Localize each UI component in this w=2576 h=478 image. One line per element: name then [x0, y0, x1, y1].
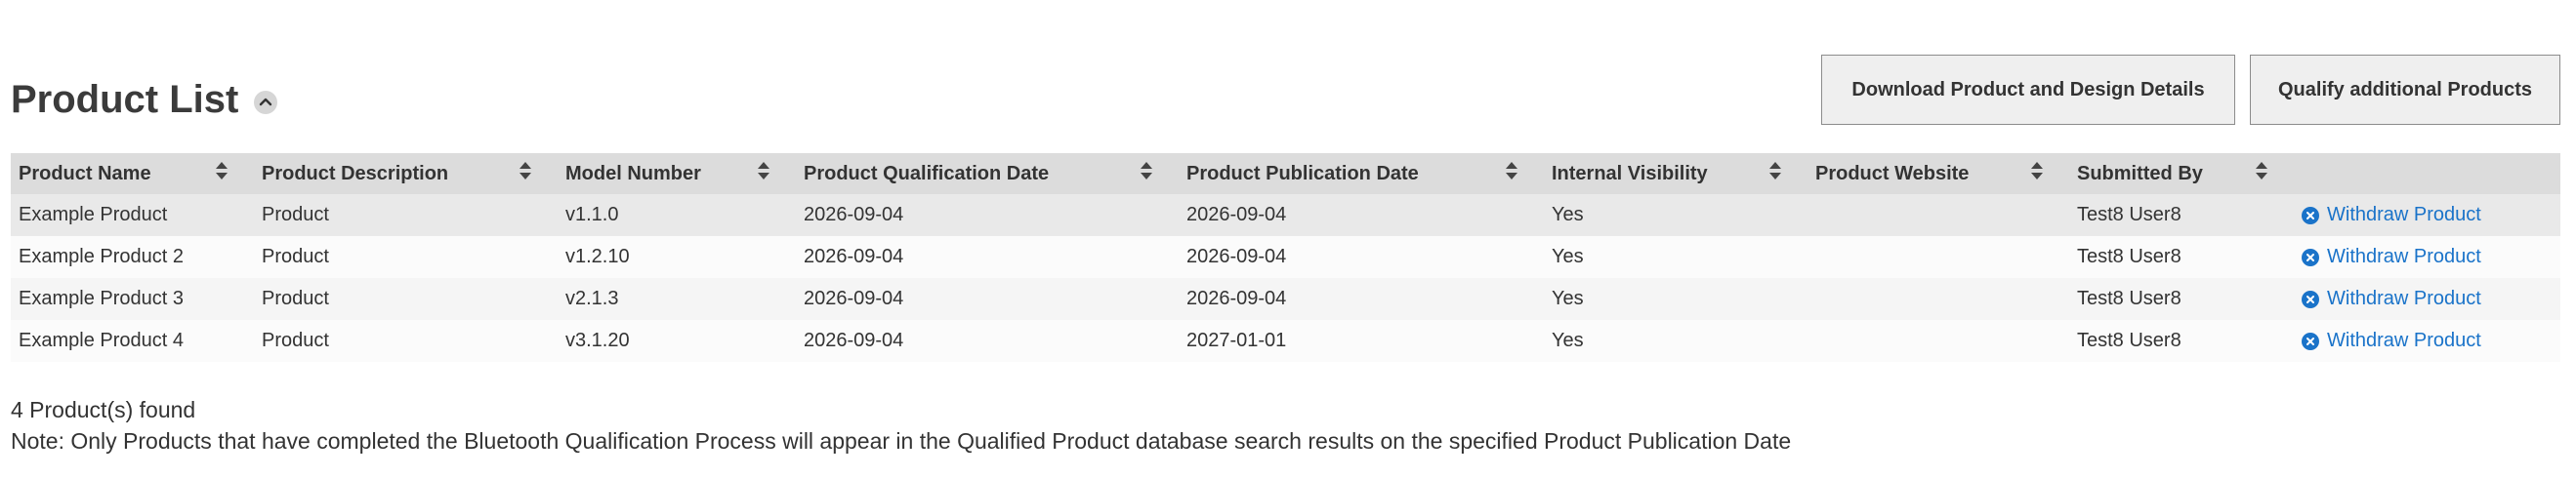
column-header-label: Product Website [1815, 162, 1970, 184]
chevron-up-icon[interactable] [254, 91, 278, 114]
column-header-label: Product Description [262, 162, 449, 184]
product-website-cell [1807, 236, 2069, 278]
column-header-label: Product Name [19, 162, 151, 184]
internal-visibility-cell: Yes [1544, 320, 1807, 362]
column-header-label: Product Publication Date [1186, 162, 1419, 184]
sort-icon[interactable] [1140, 161, 1171, 186]
model-number-cell: v2.1.3 [558, 278, 796, 320]
product-name-cell: Example Product 4 [11, 320, 254, 362]
action-cell: Withdraw Product [2294, 278, 2560, 320]
close-circle-icon [2302, 332, 2319, 350]
action-cell: Withdraw Product [2294, 320, 2560, 362]
publication-date-cell: 2026-09-04 [1179, 278, 1544, 320]
qualify-additional-products-button[interactable]: Qualify additional Products [2250, 55, 2560, 125]
model-number-cell: v3.1.20 [558, 320, 796, 362]
withdraw-product-link[interactable]: Withdraw Product [2302, 330, 2481, 352]
product-website-cell [1807, 194, 2069, 236]
submitted-by-cell: Test8 User8 [2069, 320, 2294, 362]
actions-column-header [2294, 153, 2560, 194]
product-name-cell: Example Product [11, 194, 254, 236]
publication-date-cell: 2026-09-04 [1179, 236, 1544, 278]
table-row: Example Product 3 Product v2.1.3 2026-09-04… [11, 278, 2560, 320]
column-header-label: Product Qualification Date [804, 162, 1050, 184]
action-cell: Withdraw Product [2294, 236, 2560, 278]
withdraw-product-link[interactable]: Withdraw Product [2302, 288, 2481, 310]
submitted-by-cell: Test8 User8 [2069, 236, 2294, 278]
column-header[interactable]: Internal Visibility [1544, 153, 1807, 194]
column-header[interactable]: Product Qualification Date [796, 153, 1179, 194]
table-row: Example Product 4 Product v3.1.20 2026-09-0… [11, 320, 2560, 362]
product-website-cell [1807, 278, 2069, 320]
sort-icon[interactable] [519, 161, 550, 186]
publication-date-cell: 2026-09-04 [1179, 194, 1544, 236]
page-header: Product List Download Product and Design… [0, 0, 2576, 146]
publication-date-cell: 2027-01-01 [1179, 320, 1544, 362]
column-header-label: Model Number [565, 162, 701, 184]
qualification-date-cell: 2026-09-04 [796, 194, 1179, 236]
internal-visibility-cell: Yes [1544, 278, 1807, 320]
model-number-cell: v1.1.0 [558, 194, 796, 236]
withdraw-product-label: Withdraw Product [2327, 204, 2481, 226]
qualification-date-cell: 2026-09-04 [796, 320, 1179, 362]
action-cell: Withdraw Product [2294, 194, 2560, 236]
page-title-container: Product List [11, 78, 278, 121]
product-description-cell: Product [254, 194, 558, 236]
sort-icon[interactable] [1768, 161, 1800, 186]
product-name-cell: Example Product 3 [11, 278, 254, 320]
product-description-cell: Product [254, 320, 558, 362]
submitted-by-cell: Test8 User8 [2069, 194, 2294, 236]
qualification-date-cell: 2026-09-04 [796, 278, 1179, 320]
product-description-cell: Product [254, 236, 558, 278]
page-title: Product List [11, 78, 239, 121]
withdraw-product-label: Withdraw Product [2327, 246, 2481, 268]
results-count: 4 Product(s) found [11, 397, 196, 422]
qualification-date-cell: 2026-09-04 [796, 236, 1179, 278]
product-website-cell [1807, 320, 2069, 362]
internal-visibility-cell: Yes [1544, 236, 1807, 278]
model-number-cell: v1.2.10 [558, 236, 796, 278]
product-table: Product Name Product Description Model Num… [11, 153, 2560, 362]
table-row: Example Product Product v1.1.0 2026-09-04 20… [11, 194, 2560, 236]
product-list-page: Product List Download Product and Design… [0, 0, 2576, 478]
table-body: Example Product Product v1.1.0 2026-09-04 20… [11, 194, 2560, 362]
sort-icon[interactable] [2030, 161, 2061, 186]
column-header-label: Submitted By [2077, 162, 2203, 184]
withdraw-product-link[interactable]: Withdraw Product [2302, 204, 2481, 226]
close-circle-icon [2302, 206, 2319, 224]
product-name-cell: Example Product 2 [11, 236, 254, 278]
column-header[interactable]: Product Description [254, 153, 558, 194]
column-header-label: Internal Visibility [1552, 162, 1708, 184]
download-product-details-button[interactable]: Download Product and Design Details [1821, 55, 2235, 125]
column-header[interactable]: Submitted By [2069, 153, 2294, 194]
internal-visibility-cell: Yes [1544, 194, 1807, 236]
product-description-cell: Product [254, 278, 558, 320]
sort-icon[interactable] [1505, 161, 1536, 186]
results-footer: 4 Product(s) found Note: Only Products t… [11, 394, 1791, 457]
withdraw-product-label: Withdraw Product [2327, 288, 2481, 310]
column-header[interactable]: Model Number [558, 153, 796, 194]
withdraw-product-link[interactable]: Withdraw Product [2302, 246, 2481, 268]
column-header[interactable]: Product Name [11, 153, 254, 194]
qualification-note: Note: Only Products that have completed … [11, 428, 1792, 454]
column-header[interactable]: Product Publication Date [1179, 153, 1544, 194]
sort-icon[interactable] [215, 161, 246, 186]
close-circle-icon [2302, 290, 2319, 308]
table-row: Example Product 2 Product v1.2.10 2026-09-0… [11, 236, 2560, 278]
column-header[interactable]: Product Website [1807, 153, 2069, 194]
table-header-row: Product Name Product Description Model Num… [11, 153, 2560, 194]
withdraw-product-label: Withdraw Product [2327, 330, 2481, 352]
submitted-by-cell: Test8 User8 [2069, 278, 2294, 320]
sort-icon[interactable] [2255, 161, 2286, 186]
sort-icon[interactable] [757, 161, 788, 186]
close-circle-icon [2302, 248, 2319, 266]
